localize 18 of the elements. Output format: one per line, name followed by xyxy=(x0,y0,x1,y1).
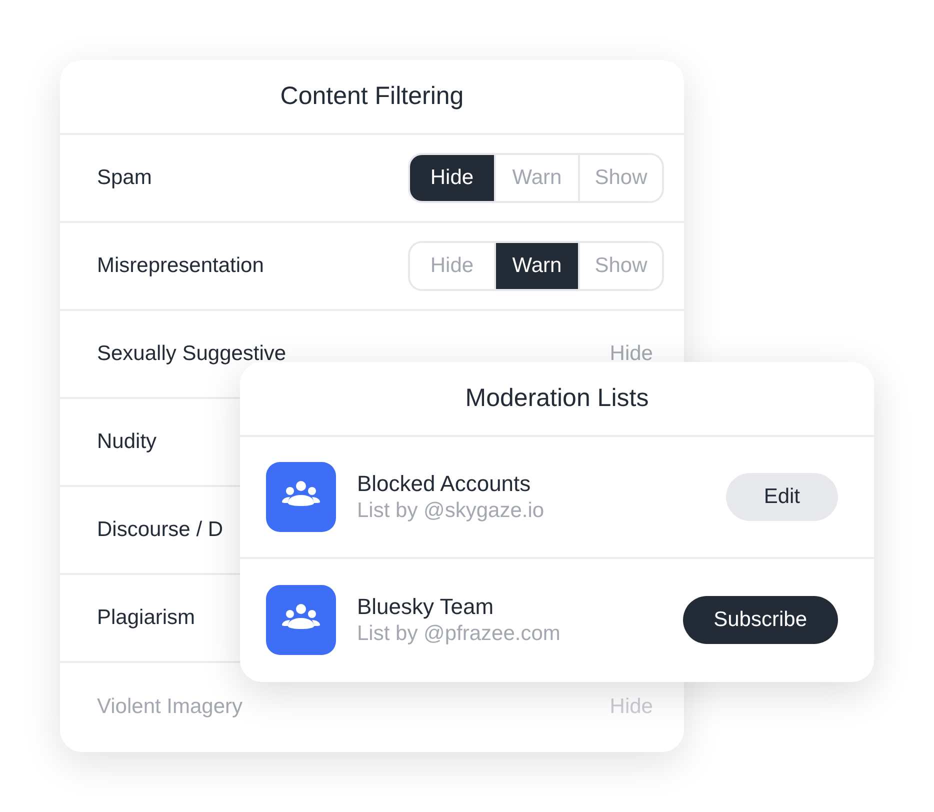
filter-label: Misrepresentation xyxy=(97,254,264,278)
filter-label: Discourse / D xyxy=(97,518,224,542)
group-icon xyxy=(266,585,336,655)
filter-label: Spam xyxy=(97,166,152,190)
filter-label: Nudity xyxy=(97,430,157,454)
subscribe-button[interactable]: Subscribe xyxy=(682,596,838,644)
segment-option[interactable]: Hide xyxy=(410,155,494,201)
segment-option[interactable]: Warn xyxy=(494,243,578,289)
list-name: Bluesky Team xyxy=(357,594,495,620)
card-title: Content Filtering xyxy=(60,60,684,135)
card-title: Moderation Lists xyxy=(240,362,874,437)
list-byline: List by @pfrazee.com xyxy=(357,622,562,646)
filter-label: Violent Imagery xyxy=(97,695,243,719)
filter-label: Plagiarism xyxy=(97,606,196,630)
group-icon xyxy=(266,462,336,532)
edit-button[interactable]: Edit xyxy=(726,473,838,521)
list-name: Blocked Accounts xyxy=(357,471,532,497)
list-byline: List by @skygaze.io xyxy=(357,499,546,523)
